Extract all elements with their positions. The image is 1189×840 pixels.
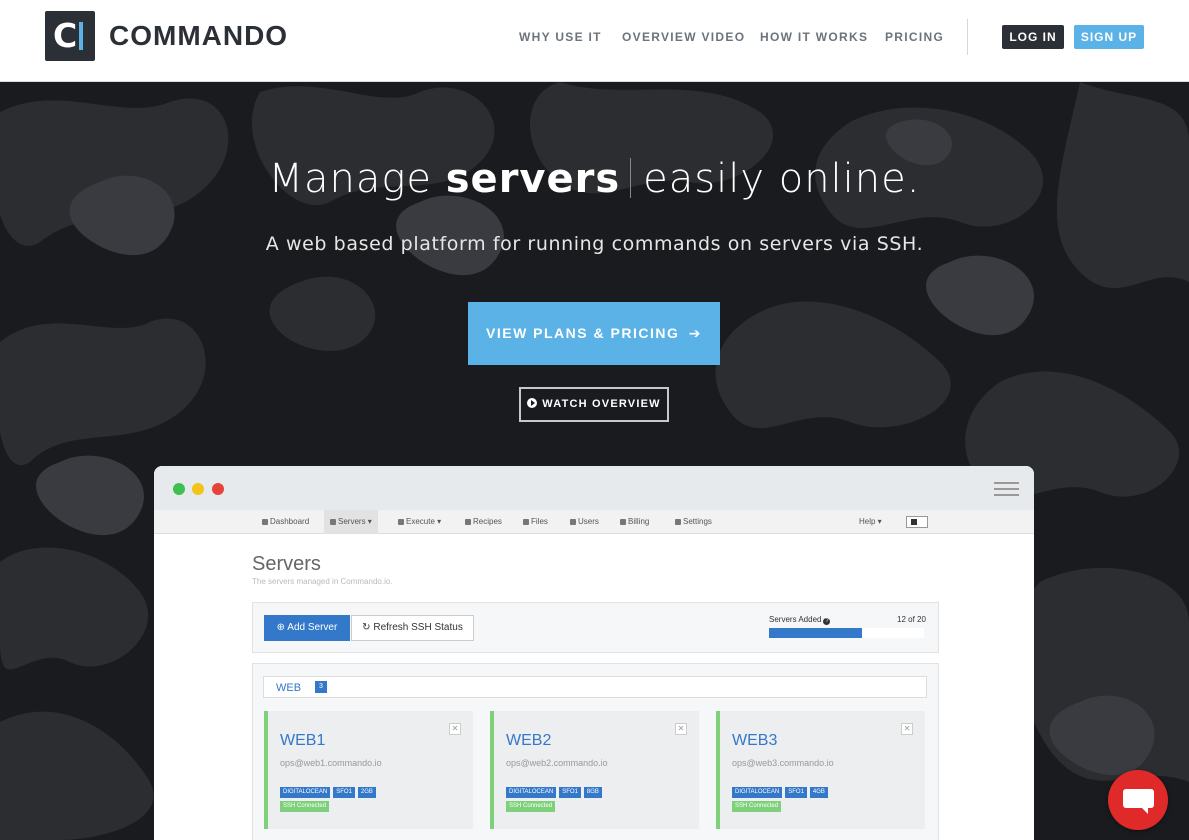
list-icon — [330, 519, 336, 525]
server-tags: DIGITALOCEAN SFO1 8GB — [506, 780, 605, 798]
ssh-status-badge: SSH Connected — [732, 801, 782, 812]
account-avatar-icon — [906, 516, 928, 528]
nav-link-how-it-works[interactable]: HOW IT WORKS — [760, 29, 868, 45]
brand-name[interactable]: COMMANDO — [109, 20, 288, 52]
nav-link-pricing[interactable]: PRICING — [885, 29, 944, 45]
server-host: ops@web3.commando.io — [732, 758, 834, 768]
tag-badge: DIGITALOCEAN — [280, 787, 331, 798]
tag-badge: DIGITALOCEAN — [506, 787, 557, 798]
app-nav-execute: Execute ▾ — [398, 510, 441, 534]
window-dot-red — [212, 483, 224, 495]
window-dot-yellow — [192, 483, 204, 495]
credit-card-icon — [620, 519, 626, 525]
help-icon: ? — [823, 618, 831, 625]
top-navbar: C COMMANDO WHY USE IT OVERVIEW VIDEO HOW… — [0, 0, 1189, 82]
nav-link-why-use-it[interactable]: WHY USE IT — [519, 29, 602, 45]
view-plans-button[interactable]: VIEW PLANS & PRICING ➔ — [468, 302, 720, 365]
tag-badge: 8GB — [583, 787, 602, 798]
server-name: WEB2 — [506, 732, 552, 749]
group-count-badge: 3 — [315, 681, 327, 693]
server-tags: DIGITALOCEAN SFO1 2GB — [280, 780, 379, 798]
app-nav-recipes: Recipes — [465, 510, 502, 534]
server-group-web: WEB 3 ✕ WEB1 ops@web1.commando.io DIGITA… — [252, 663, 939, 840]
app-nav-settings: Settings — [675, 510, 712, 534]
server-card: ✕ WEB1 ops@web1.commando.io DIGITALOCEAN… — [264, 711, 473, 829]
app-navbar: Dashboard Servers ▾ Execute ▾ Recipes Fi… — [154, 510, 1034, 534]
logo-letter: C — [53, 16, 78, 55]
tag-badge: 2GB — [357, 787, 376, 798]
tag-badge: SFO1 — [785, 787, 807, 798]
watch-overview-button[interactable]: WATCH OVERVIEW — [519, 387, 669, 422]
page-title: Servers — [252, 553, 321, 575]
servers-toolbar: ⊕ Add Server ↻ Refresh SSH Status Server… — [252, 602, 939, 653]
add-server-button: ⊕ Add Server — [264, 615, 350, 641]
close-icon: ✕ — [675, 723, 687, 735]
hamburger-icon — [994, 482, 1019, 500]
app-nav-help: Help ▾ — [859, 517, 882, 526]
server-name: WEB1 — [280, 732, 326, 749]
close-icon: ✕ — [449, 723, 461, 735]
book-icon — [465, 519, 471, 525]
app-screenshot-mockup: Dashboard Servers ▾ Execute ▾ Recipes Fi… — [154, 466, 1034, 840]
chat-bubble-icon — [1123, 789, 1154, 814]
tag-badge: SFO1 — [333, 787, 355, 798]
window-titlebar — [154, 466, 1034, 510]
logo-icon[interactable]: C — [45, 11, 95, 61]
dashboard-icon — [262, 519, 268, 525]
headline-post: easily online. — [643, 156, 921, 202]
tag-badge: DIGITALOCEAN — [732, 787, 783, 798]
chat-widget-button[interactable] — [1108, 770, 1168, 830]
tag-badge: 4GB — [809, 787, 828, 798]
group-name: WEB — [276, 682, 302, 694]
headline-bold: servers — [445, 156, 621, 202]
server-host: ops@web2.commando.io — [506, 758, 608, 768]
hero-headline: Manage servers easily online. — [0, 154, 1189, 204]
gear-icon — [675, 519, 681, 525]
window-dot-green — [173, 483, 185, 495]
group-header: WEB 3 — [263, 676, 927, 698]
list-icon — [398, 519, 404, 525]
watch-overview-label: WATCH OVERVIEW — [542, 398, 661, 410]
play-icon — [527, 398, 538, 408]
servers-progress-fill — [769, 628, 862, 638]
user-icon — [570, 519, 576, 525]
server-tags: DIGITALOCEAN SFO1 4GB — [732, 780, 831, 798]
servers-added-label: Servers Added? — [769, 615, 831, 625]
signup-button[interactable]: SIGN UP — [1074, 25, 1144, 49]
ssh-status-badge: SSH Connected — [280, 801, 330, 812]
arrow-right-icon: ➔ — [688, 325, 702, 341]
nav-divider — [967, 19, 968, 55]
close-icon: ✕ — [901, 723, 913, 735]
logo-accent-bar — [79, 22, 83, 50]
servers-added-count: 12 of 20 — [897, 615, 926, 624]
server-card: ✕ WEB2 ops@web2.commando.io DIGITALOCEAN… — [490, 711, 699, 829]
login-button[interactable]: LOG IN — [1002, 25, 1064, 49]
servers-progress-bar — [769, 628, 924, 638]
server-name: WEB3 — [732, 732, 778, 749]
tag-badge: SFO1 — [559, 787, 581, 798]
app-nav-servers: Servers ▾ — [324, 510, 378, 534]
hero-section: Manage servers easily online. A web based… — [0, 82, 1189, 840]
app-nav-users: Users — [570, 510, 599, 534]
nav-link-overview-video[interactable]: OVERVIEW VIDEO — [622, 29, 745, 45]
hero-subline: A web based platform for running command… — [265, 233, 924, 255]
app-nav-billing: Billing — [620, 510, 649, 534]
typing-cursor — [630, 158, 632, 198]
ssh-status-badge: SSH Connected — [506, 801, 556, 812]
server-host: ops@web1.commando.io — [280, 758, 382, 768]
app-nav-files: Files — [523, 510, 548, 534]
file-icon — [523, 519, 529, 525]
page-subtitle: The servers managed in Commando.io. — [252, 577, 393, 586]
server-card: ✕ WEB3 ops@web3.commando.io DIGITALOCEAN… — [716, 711, 925, 829]
view-plans-label: VIEW PLANS & PRICING — [486, 325, 680, 341]
headline-pre: Manage — [268, 156, 446, 202]
app-nav-dashboard: Dashboard — [262, 510, 309, 534]
refresh-ssh-button: ↻ Refresh SSH Status — [351, 615, 474, 641]
